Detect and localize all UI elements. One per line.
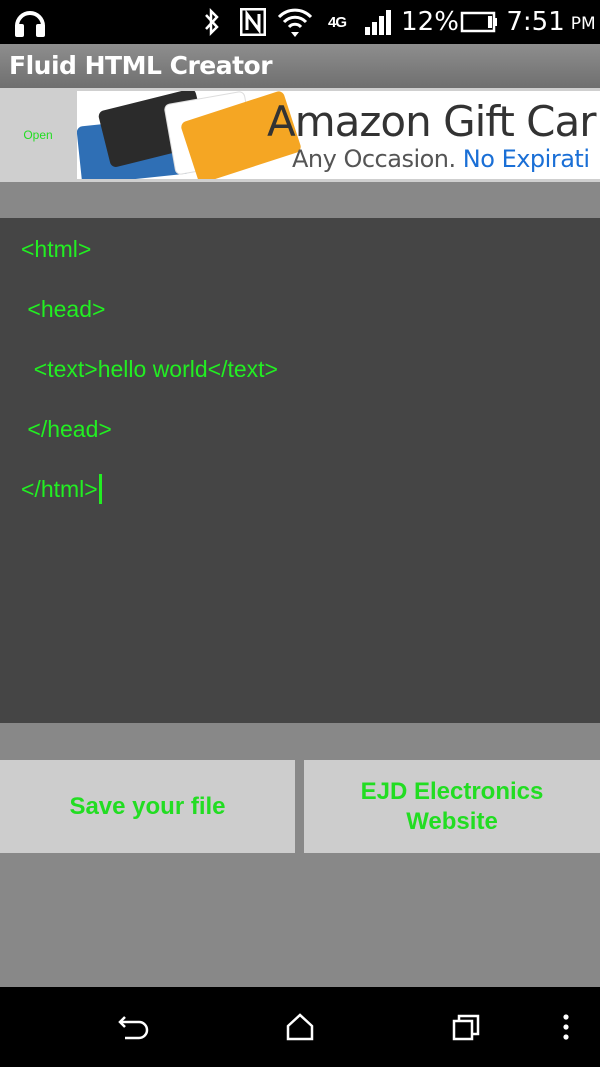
code-line-5-text: </html> — [21, 476, 98, 502]
navigation-bar — [0, 987, 600, 1067]
ejd-label-line1: EJD Electronics — [360, 777, 544, 805]
save-file-button[interactable]: Save your file — [0, 760, 295, 853]
ad-headline: Amazon Gift Car — [267, 97, 597, 146]
code-line-4: </head> — [21, 416, 112, 442]
headphones-icon — [10, 0, 50, 44]
code-line-2: <head> — [21, 296, 106, 322]
nfc-icon — [238, 0, 268, 44]
ad-open-link[interactable]: Open — [0, 88, 76, 182]
status-bar: 4G 12% 7:51 PM — [0, 0, 600, 44]
save-file-label: Save your file — [69, 792, 226, 820]
app-title: Fluid HTML Creator — [9, 51, 273, 80]
clock: 7:51 PM — [502, 0, 600, 44]
ad-sub-prefix: Any Occasion. — [292, 145, 456, 173]
code-line-3: <text>hello world</text> — [21, 356, 278, 382]
battery-icon — [458, 0, 500, 44]
clock-ampm: PM — [570, 14, 596, 34]
ejd-website-button[interactable]: EJD Electronics Website — [304, 760, 600, 853]
ejd-website-label: EJD Electronics Website — [361, 777, 544, 837]
bluetooth-icon — [198, 0, 226, 44]
ad-subline: Any Occasion. No Expirati — [292, 145, 590, 173]
code-line-5: </html> — [21, 473, 102, 504]
home-icon[interactable] — [266, 987, 334, 1067]
ad-sub-accent: No Expirati — [462, 145, 590, 173]
ad-row: Open Amazon Gift Car Any Occasion. No Ex… — [0, 88, 600, 182]
clock-time: 7:51 — [506, 7, 565, 37]
code-line-1: <html> — [21, 236, 92, 262]
text-cursor — [98, 473, 102, 504]
ejd-label-line2: Website — [406, 807, 498, 835]
app-title-bar: Fluid HTML Creator — [0, 44, 600, 88]
back-icon[interactable] — [100, 987, 168, 1067]
signal-icon — [362, 0, 396, 44]
menu-icon[interactable] — [546, 987, 586, 1067]
ad-banner[interactable]: Amazon Gift Car Any Occasion. No Expirat… — [77, 91, 600, 179]
network-type: 4G — [327, 13, 347, 31]
recent-apps-icon[interactable] — [432, 987, 500, 1067]
battery-percent: 12% — [401, 7, 459, 37]
html-code-editor[interactable]: <html> <head> <text>hello world</text> <… — [0, 218, 600, 723]
wifi-icon — [276, 0, 314, 44]
